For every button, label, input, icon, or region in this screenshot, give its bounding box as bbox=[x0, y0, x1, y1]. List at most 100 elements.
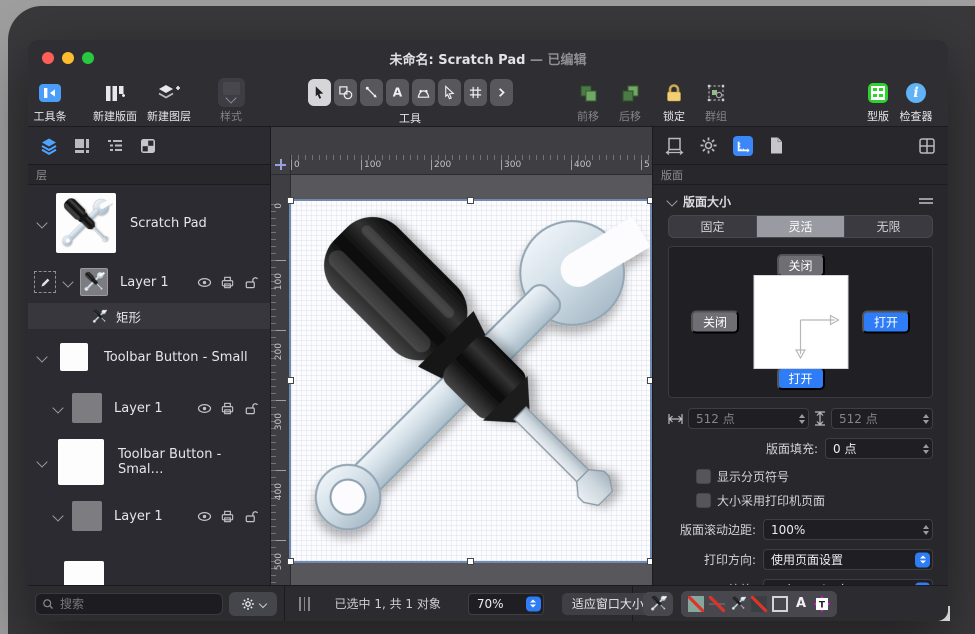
shape-style-chip[interactable] bbox=[772, 596, 788, 612]
padding-stepper[interactable] bbox=[923, 444, 929, 454]
fill-none-swatch[interactable] bbox=[688, 596, 704, 612]
tools-chip[interactable] bbox=[730, 596, 746, 612]
segment-infinite[interactable]: 无限 bbox=[845, 216, 932, 237]
expand-left-toggle[interactable]: 关闭 bbox=[691, 311, 739, 334]
unlock-icon[interactable] bbox=[243, 275, 258, 290]
object-tools-button[interactable] bbox=[643, 592, 673, 616]
print-icon[interactable] bbox=[220, 275, 235, 290]
artboard-selected[interactable] bbox=[291, 201, 650, 561]
canvas-padding-field[interactable]: 0 点 bbox=[825, 438, 933, 459]
disclosure-chevron-icon[interactable] bbox=[36, 456, 47, 467]
selection-handle[interactable] bbox=[287, 558, 294, 565]
tool-line[interactable] bbox=[360, 79, 383, 106]
print-icon[interactable] bbox=[220, 401, 235, 416]
tab-assets[interactable] bbox=[139, 137, 157, 155]
selection-handle[interactable] bbox=[647, 197, 652, 204]
expand-right-toggle[interactable]: 打开 bbox=[862, 311, 910, 334]
show-page-breaks-option[interactable]: 显示分页符号 bbox=[668, 468, 933, 485]
canvas-viewport[interactable]: 0 100 200 300 400 500 bbox=[271, 175, 652, 585]
ruler-origin-crosshair-icon[interactable] bbox=[271, 155, 291, 174]
layer-row-scratch-pad[interactable]: Scratch Pad bbox=[28, 185, 270, 261]
segment-flexible[interactable]: 灵活 bbox=[757, 216, 845, 237]
zoom-level-popup[interactable]: 70% bbox=[468, 593, 544, 615]
expand-top-toggle[interactable]: 关闭 bbox=[776, 254, 824, 277]
layer-row-layer1-editing[interactable]: Layer 1 bbox=[28, 261, 270, 303]
selection-handle[interactable] bbox=[467, 558, 474, 565]
new-canvas-button[interactable]: 新建版面 bbox=[85, 79, 145, 124]
visibility-eye-icon[interactable] bbox=[197, 275, 212, 290]
selection-handle[interactable] bbox=[287, 377, 294, 384]
canvas-size-section-header[interactable]: 版面大小 bbox=[668, 189, 933, 213]
horizontal-ruler[interactable]: 0 100 200 300 400 5 bbox=[291, 155, 652, 174]
layer-row-layer1-c[interactable]: Layer 1 bbox=[28, 493, 270, 539]
group-button[interactable]: 群组 bbox=[686, 79, 746, 124]
width-stepper[interactable] bbox=[799, 414, 805, 424]
canvas-width-field[interactable]: 512 点 bbox=[688, 408, 809, 429]
unlock-icon[interactable] bbox=[243, 509, 258, 524]
new-layer-button[interactable]: 新建图层 bbox=[139, 79, 199, 124]
layer-row-clipped[interactable] bbox=[28, 539, 270, 585]
disclosure-chevron-icon[interactable] bbox=[52, 402, 63, 413]
selection-handle[interactable] bbox=[467, 197, 474, 204]
minimize-window-button[interactable] bbox=[62, 52, 74, 64]
canvas-stage[interactable] bbox=[291, 175, 652, 585]
stroke-none-swatch[interactable] bbox=[709, 596, 725, 612]
use-printer-page-size-option[interactable]: 大小采用打印机页面 bbox=[668, 492, 933, 509]
tool-shapes[interactable] bbox=[334, 79, 357, 106]
visibility-eye-icon[interactable] bbox=[197, 509, 212, 524]
selection-handle[interactable] bbox=[647, 558, 652, 565]
unlock-icon[interactable] bbox=[243, 401, 258, 416]
tab-layers[interactable] bbox=[40, 137, 58, 155]
style-dropdown-button[interactable]: 样式 bbox=[203, 79, 259, 124]
expand-bottom-toggle[interactable]: 打开 bbox=[776, 367, 824, 390]
tool-select[interactable] bbox=[308, 79, 331, 106]
tool-more[interactable] bbox=[490, 79, 513, 106]
zoom-window-button[interactable] bbox=[82, 52, 94, 64]
panel-grid-toggle[interactable] bbox=[918, 137, 936, 155]
tab-document[interactable] bbox=[768, 136, 785, 155]
canvas-height-field[interactable]: 512 点 bbox=[831, 408, 933, 429]
section-chevron-icon[interactable] bbox=[666, 195, 677, 206]
layer-row-rectangle-selected[interactable]: 矩形 bbox=[28, 303, 270, 329]
height-stepper[interactable] bbox=[923, 414, 929, 424]
layer-row-toolbar-button-small-2[interactable]: Toolbar Button - Smal… bbox=[28, 431, 270, 493]
layer-row-toolbar-button-small[interactable]: Toolbar Button - Small bbox=[28, 329, 270, 385]
panel-resize-handle[interactable] bbox=[299, 597, 310, 611]
disclosure-chevron-icon[interactable] bbox=[36, 217, 47, 228]
print-icon[interactable] bbox=[220, 509, 235, 524]
tools-artwork[interactable] bbox=[291, 201, 650, 561]
selection-handle[interactable] bbox=[287, 197, 294, 204]
textbox-style-chip[interactable]: T bbox=[814, 596, 830, 612]
segment-fixed[interactable]: 固定 bbox=[669, 216, 757, 237]
tool-curve[interactable] bbox=[412, 79, 435, 106]
shadow-none-swatch[interactable] bbox=[751, 596, 767, 612]
tab-artboards[interactable] bbox=[73, 137, 91, 155]
scroll-margin-field[interactable]: 100% bbox=[763, 519, 933, 540]
layers-options-button[interactable] bbox=[229, 592, 277, 616]
checkbox[interactable] bbox=[696, 493, 711, 508]
checkbox[interactable] bbox=[696, 469, 711, 484]
scroll-margin-stepper[interactable] bbox=[923, 525, 929, 535]
tool-node-select[interactable] bbox=[438, 79, 461, 106]
canvas-status-bar: 已选中 1, 共 1 对象 70% 适应窗口大小 bbox=[285, 586, 633, 621]
search-input[interactable] bbox=[35, 593, 223, 615]
text-style-chip[interactable]: A bbox=[793, 596, 809, 612]
disclosure-chevron-icon[interactable] bbox=[62, 276, 73, 287]
zoom-definition-popup[interactable]: 一个 Apple 点 bbox=[763, 579, 933, 585]
layer-row-layer1-b[interactable]: Layer 1 bbox=[28, 385, 270, 431]
close-window-button[interactable] bbox=[42, 52, 54, 64]
print-orientation-popup[interactable]: 使用页面设置 bbox=[763, 549, 933, 570]
toolbar-toggle-button[interactable]: 工具条 bbox=[30, 79, 70, 124]
tab-settings[interactable] bbox=[699, 136, 718, 155]
tab-dimensions[interactable] bbox=[665, 136, 684, 155]
tool-grid[interactable] bbox=[464, 79, 487, 106]
disclosure-chevron-icon[interactable] bbox=[36, 351, 47, 362]
tab-canvas-selected[interactable] bbox=[733, 136, 753, 156]
inspector-button[interactable]: i 检查器 bbox=[885, 79, 947, 124]
tab-outline[interactable] bbox=[106, 137, 124, 155]
section-menu-icon[interactable] bbox=[919, 198, 933, 204]
disclosure-chevron-icon[interactable] bbox=[52, 510, 63, 521]
selection-handle[interactable] bbox=[647, 377, 652, 384]
tool-text[interactable]: A bbox=[386, 79, 409, 106]
visibility-eye-icon[interactable] bbox=[197, 401, 212, 416]
